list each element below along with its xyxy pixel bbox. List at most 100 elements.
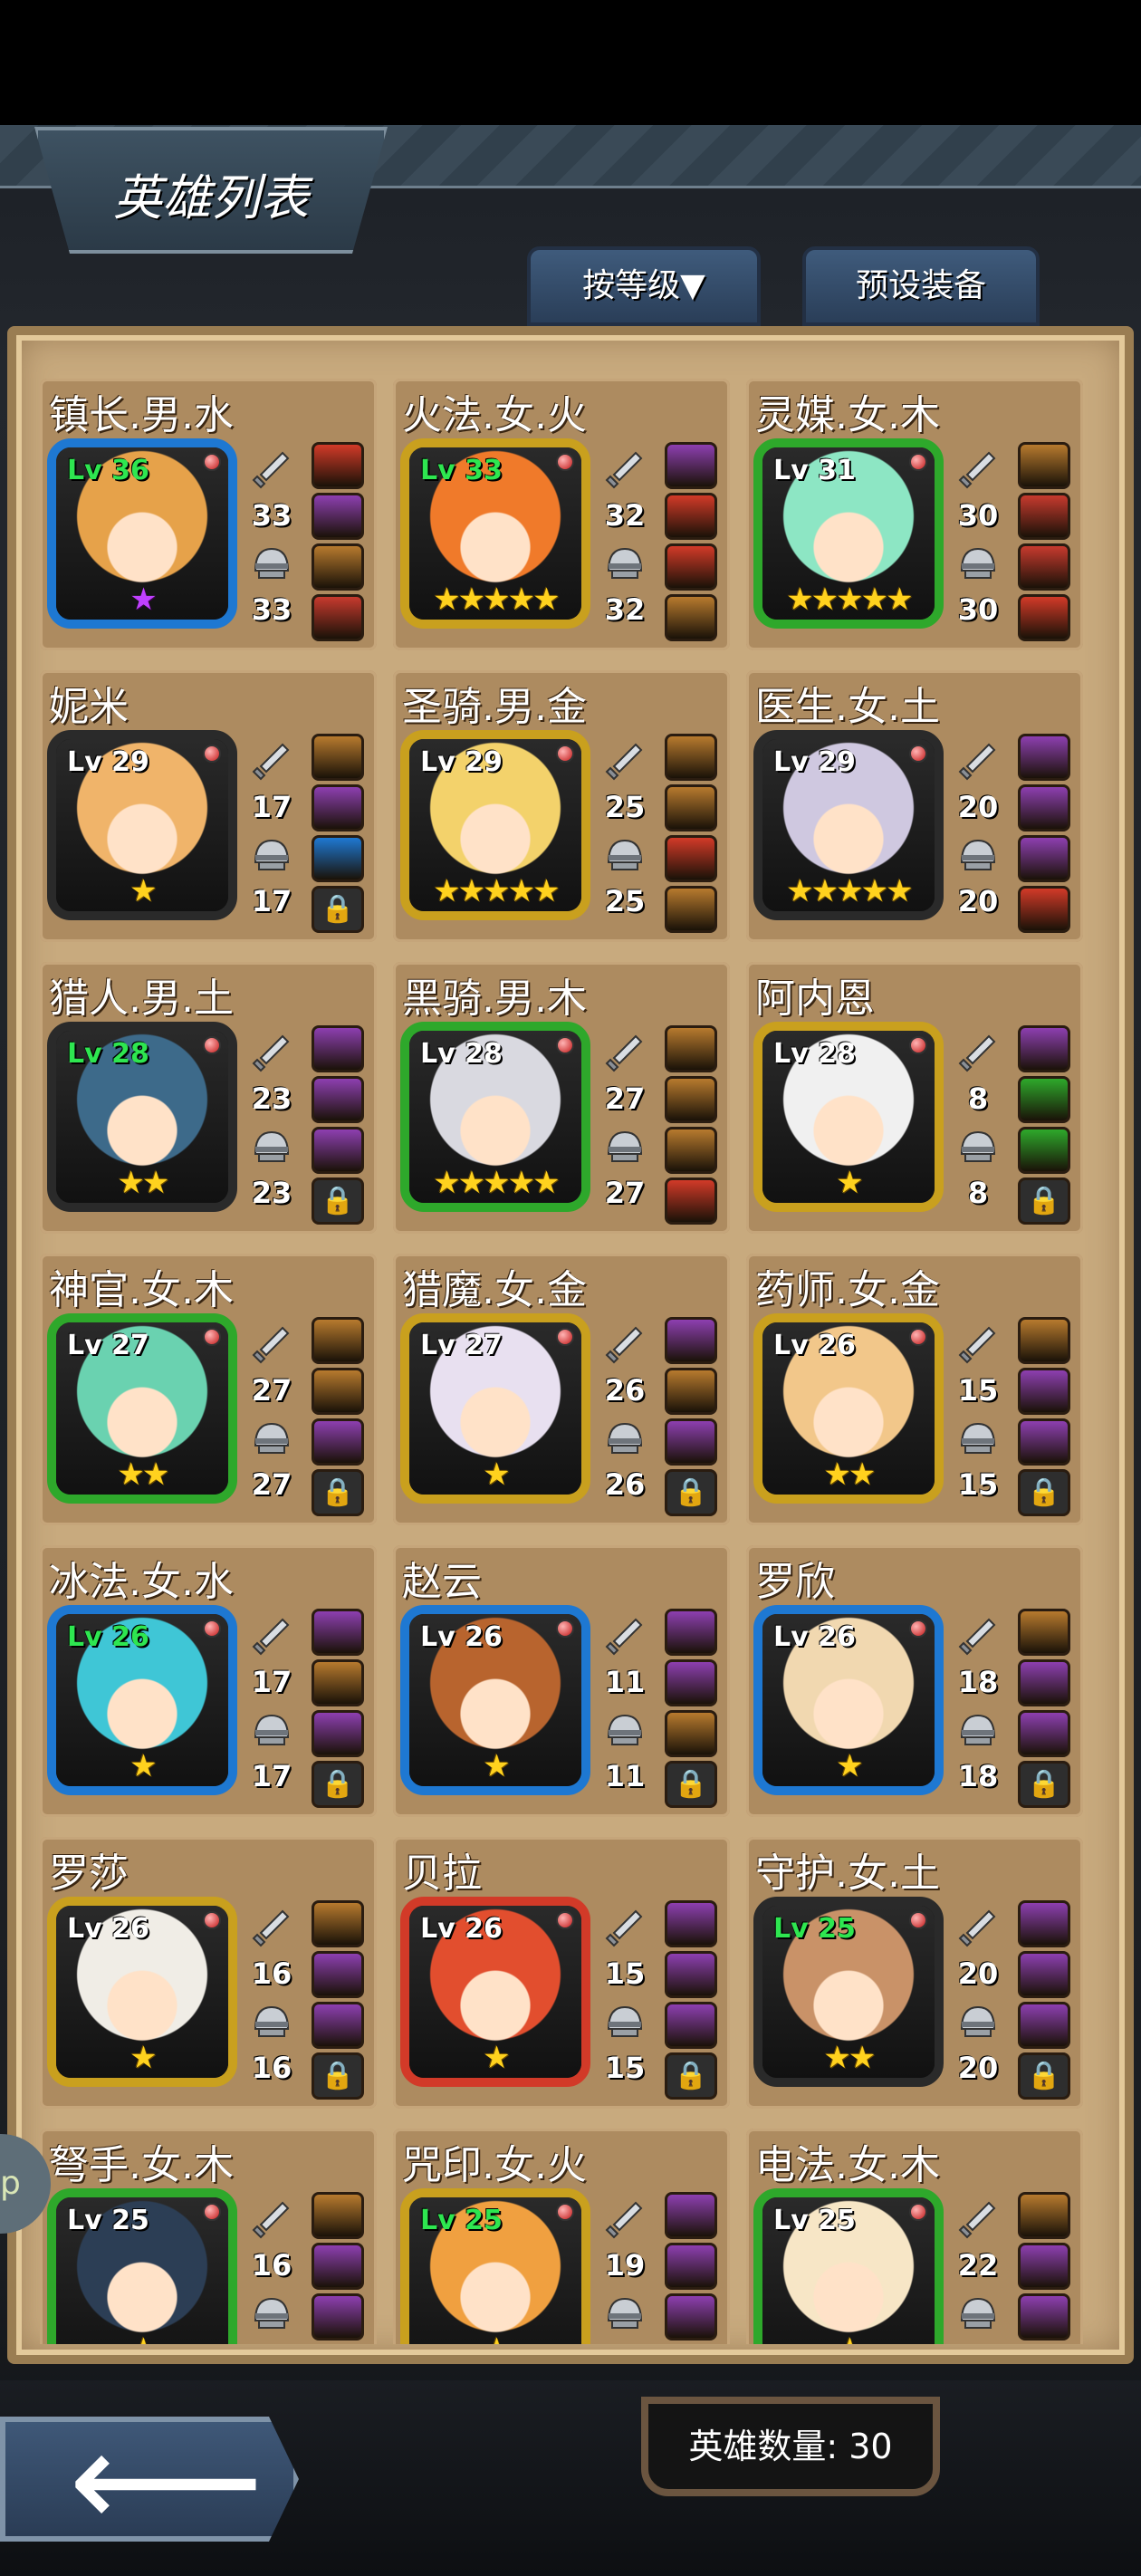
equipment-slot[interactable] bbox=[312, 1368, 364, 1415]
hero-grid[interactable]: 镇长.男.水 Lv 36 ★ 33 33 火法.女.火 Lv 33 ★★★★★ 32 32 灵媒.女… bbox=[40, 379, 1101, 2344]
equipment-slot[interactable] bbox=[1018, 543, 1070, 591]
hero-card[interactable]: 弩手.女.木Lv 25★1616🔒 bbox=[40, 2129, 377, 2344]
equipment-slot[interactable] bbox=[665, 2192, 717, 2239]
hero-portrait[interactable]: Lv 27 ★★ bbox=[47, 1313, 237, 1504]
equipment-slot[interactable] bbox=[1018, 784, 1070, 831]
hero-portrait[interactable]: Lv 28 ★★ bbox=[47, 1022, 237, 1212]
equipment-slot[interactable] bbox=[665, 1900, 717, 1947]
equipment-slot[interactable] bbox=[665, 1609, 717, 1656]
hero-card[interactable]: 猎人.男.土 Lv 28 ★★ 23 23 🔒 bbox=[40, 962, 377, 1234]
equipment-slot[interactable] bbox=[312, 543, 364, 591]
equipment-slot[interactable] bbox=[1018, 1900, 1070, 1947]
equipment-slot[interactable] bbox=[665, 784, 717, 831]
equipment-slot[interactable] bbox=[1018, 835, 1070, 882]
locked-slot-icon[interactable]: 🔒 bbox=[665, 2052, 717, 2100]
hero-portrait[interactable]: Lv 26 ★ bbox=[47, 1897, 237, 2087]
hero-portrait[interactable]: Lv 25 ★ bbox=[753, 2188, 944, 2344]
equipment-slot[interactable] bbox=[1018, 886, 1070, 933]
equipment-slot[interactable] bbox=[1018, 1317, 1070, 1364]
equipment-slot[interactable] bbox=[312, 835, 364, 882]
equipment-slot[interactable] bbox=[1018, 1710, 1070, 1757]
equipment-slot[interactable] bbox=[312, 1659, 364, 1706]
hero-card[interactable]: 贝拉 Lv 26 ★ 15 15 🔒 bbox=[393, 1837, 730, 2109]
hero-card[interactable]: 医生.女.土 Lv 29 ★★★★★ 20 20 bbox=[746, 670, 1083, 942]
equipment-slot[interactable] bbox=[1018, 2243, 1070, 2290]
locked-slot-icon[interactable]: 🔒 bbox=[312, 1177, 364, 1225]
equipment-slot[interactable] bbox=[312, 1076, 364, 1123]
equipment-slot[interactable] bbox=[312, 442, 364, 489]
hero-card[interactable]: 黑骑.男.木 Lv 28 ★★★★★ 27 27 bbox=[393, 962, 730, 1234]
equipment-slot[interactable] bbox=[312, 1710, 364, 1757]
hero-card[interactable]: 赵云 Lv 26 ★ 11 11 🔒 bbox=[393, 1545, 730, 1817]
hero-portrait[interactable]: Lv 31 ★★★★★ bbox=[753, 438, 944, 629]
locked-slot-icon[interactable]: 🔒 bbox=[1018, 1469, 1070, 1516]
hero-card[interactable]: 火法.女.火 Lv 33 ★★★★★ 32 32 bbox=[393, 379, 730, 650]
locked-slot-icon[interactable]: 🔒 bbox=[312, 1761, 364, 1808]
equipment-slot[interactable] bbox=[1018, 1127, 1070, 1174]
hero-portrait[interactable]: Lv 26 ★ bbox=[400, 1897, 590, 2087]
equipment-slot[interactable] bbox=[665, 1659, 717, 1706]
equipment-slot[interactable] bbox=[1018, 1659, 1070, 1706]
equipment-slot[interactable] bbox=[1018, 442, 1070, 489]
hero-portrait[interactable]: Lv 28 ★★★★★ bbox=[400, 1022, 590, 1212]
hero-portrait[interactable]: Lv 26 ★★ bbox=[753, 1313, 944, 1504]
equipment-slot[interactable] bbox=[312, 493, 364, 540]
locked-slot-icon[interactable]: 🔒 bbox=[312, 2052, 364, 2100]
equipment-slot[interactable] bbox=[1018, 2002, 1070, 2049]
equipment-slot[interactable] bbox=[1018, 2192, 1070, 2239]
locked-slot-icon[interactable]: 🔒 bbox=[665, 1469, 717, 1516]
equipment-slot[interactable] bbox=[665, 2002, 717, 2049]
equipment-slot[interactable] bbox=[665, 1076, 717, 1123]
hero-portrait[interactable]: Lv 25 ★ bbox=[400, 2188, 590, 2344]
equipment-slot[interactable] bbox=[312, 2002, 364, 2049]
equipment-slot[interactable] bbox=[665, 2243, 717, 2290]
back-button[interactable]: ⟵ bbox=[0, 2417, 299, 2542]
equipment-slot[interactable] bbox=[312, 734, 364, 781]
locked-slot-icon[interactable]: 🔒 bbox=[312, 886, 364, 933]
hero-card[interactable]: 罗莎 Lv 26 ★ 16 16 🔒 bbox=[40, 1837, 377, 2109]
equipment-slot[interactable] bbox=[665, 2293, 717, 2341]
equipment-slot[interactable] bbox=[312, 2243, 364, 2290]
preset-equipment-tab[interactable]: 预设装备 bbox=[802, 246, 1040, 326]
locked-slot-icon[interactable]: 🔒 bbox=[1018, 1177, 1070, 1225]
equipment-slot[interactable] bbox=[665, 1418, 717, 1466]
hero-card[interactable]: 圣骑.男.金 Lv 29 ★★★★★ 25 25 bbox=[393, 670, 730, 942]
hero-card[interactable]: 药师.女.金 Lv 26 ★★ 15 15 🔒 bbox=[746, 1254, 1083, 1525]
equipment-slot[interactable] bbox=[312, 1317, 364, 1364]
equipment-slot[interactable] bbox=[312, 1127, 364, 1174]
hero-portrait[interactable]: Lv 25 ★★ bbox=[753, 1897, 944, 2087]
hero-portrait[interactable]: Lv 33 ★★★★★ bbox=[400, 438, 590, 629]
equipment-slot[interactable] bbox=[665, 543, 717, 591]
hero-portrait[interactable]: Lv 26 ★ bbox=[47, 1605, 237, 1795]
equipment-slot[interactable] bbox=[1018, 1418, 1070, 1466]
equipment-slot[interactable] bbox=[312, 594, 364, 641]
equipment-slot[interactable] bbox=[665, 594, 717, 641]
equipment-slot[interactable] bbox=[665, 493, 717, 540]
locked-slot-icon[interactable]: 🔒 bbox=[312, 1469, 364, 1516]
equipment-slot[interactable] bbox=[1018, 1368, 1070, 1415]
hero-card[interactable]: 灵媒.女.木 Lv 31 ★★★★★ 30 30 bbox=[746, 379, 1083, 650]
hero-portrait[interactable]: Lv 29 ★★★★★ bbox=[753, 730, 944, 920]
hero-portrait[interactable]: Lv 25 ★ bbox=[47, 2188, 237, 2344]
equipment-slot[interactable] bbox=[1018, 594, 1070, 641]
equipment-slot[interactable] bbox=[665, 835, 717, 882]
equipment-slot[interactable] bbox=[312, 1900, 364, 1947]
locked-slot-icon[interactable]: 🔒 bbox=[1018, 1761, 1070, 1808]
hero-card[interactable]: 咒印.女.火Lv 25★1919🔒 bbox=[393, 2129, 730, 2344]
equipment-slot[interactable] bbox=[665, 1951, 717, 1998]
equipment-slot[interactable] bbox=[1018, 1025, 1070, 1072]
equipment-slot[interactable] bbox=[312, 784, 364, 831]
hero-card[interactable]: 镇长.男.水 Lv 36 ★ 33 33 bbox=[40, 379, 377, 650]
equipment-slot[interactable] bbox=[312, 2293, 364, 2341]
equipment-slot[interactable] bbox=[1018, 1609, 1070, 1656]
locked-slot-icon[interactable]: 🔒 bbox=[665, 1761, 717, 1808]
hero-card[interactable]: 猎魔.女.金 Lv 27 ★ 26 26 🔒 bbox=[393, 1254, 730, 1525]
equipment-slot[interactable] bbox=[312, 1025, 364, 1072]
hero-card[interactable]: 阿内恩 Lv 28 ★ 8 8 🔒 bbox=[746, 962, 1083, 1234]
equipment-slot[interactable] bbox=[312, 2192, 364, 2239]
equipment-slot[interactable] bbox=[665, 886, 717, 933]
hero-portrait[interactable]: Lv 29 ★ bbox=[47, 730, 237, 920]
equipment-slot[interactable] bbox=[665, 1025, 717, 1072]
equipment-slot[interactable] bbox=[312, 1951, 364, 1998]
equipment-slot[interactable] bbox=[665, 1317, 717, 1364]
